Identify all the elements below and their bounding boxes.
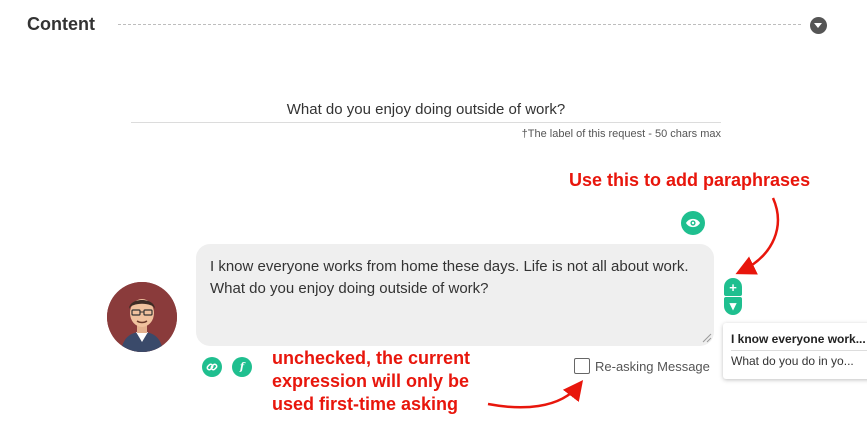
function-icon-label: f — [239, 361, 245, 373]
annotation-line: expression will only be — [272, 371, 470, 391]
paraphrase-stepper: + ▾ — [724, 278, 742, 315]
annotation-reasking: unchecked, the current expression will o… — [272, 347, 512, 416]
plus-icon: + — [729, 279, 737, 295]
paraphrase-divider — [731, 350, 867, 351]
annotation-line: used first-time asking — [272, 394, 459, 414]
arrow-to-stepper — [735, 197, 780, 275]
paraphrase-panel: I know everyone work... What do you do i… — [723, 323, 867, 379]
eye-icon[interactable] — [681, 211, 705, 235]
request-label-hint: †The label of this request - 50 chars ma… — [521, 128, 721, 140]
resize-handle-icon[interactable] — [702, 333, 712, 343]
chevron-down-icon[interactable] — [810, 17, 827, 34]
annotation-paraphrases: Use this to add paraphrases — [569, 170, 811, 190]
function-icon[interactable]: f — [232, 357, 252, 377]
paraphrase-panel-title: I know everyone work... — [731, 332, 866, 346]
add-paraphrase-button[interactable]: + — [724, 278, 742, 296]
avatar — [107, 282, 177, 352]
annotation-line: unchecked, the current — [272, 348, 471, 368]
message-textarea[interactable]: I know everyone works from home these da… — [196, 244, 714, 346]
link-icon[interactable] — [202, 357, 222, 377]
reasking-label: Re-asking Message — [595, 359, 710, 374]
chevron-down-icon: ▾ — [729, 298, 737, 313]
paraphrase-item[interactable]: What do you do in yo... — [731, 354, 854, 368]
section-divider — [118, 24, 801, 25]
section-title: Content — [27, 14, 95, 34]
next-paraphrase-button[interactable]: ▾ — [724, 297, 742, 315]
reasking-checkbox[interactable] — [574, 358, 590, 374]
request-label-input[interactable] — [131, 96, 721, 123]
